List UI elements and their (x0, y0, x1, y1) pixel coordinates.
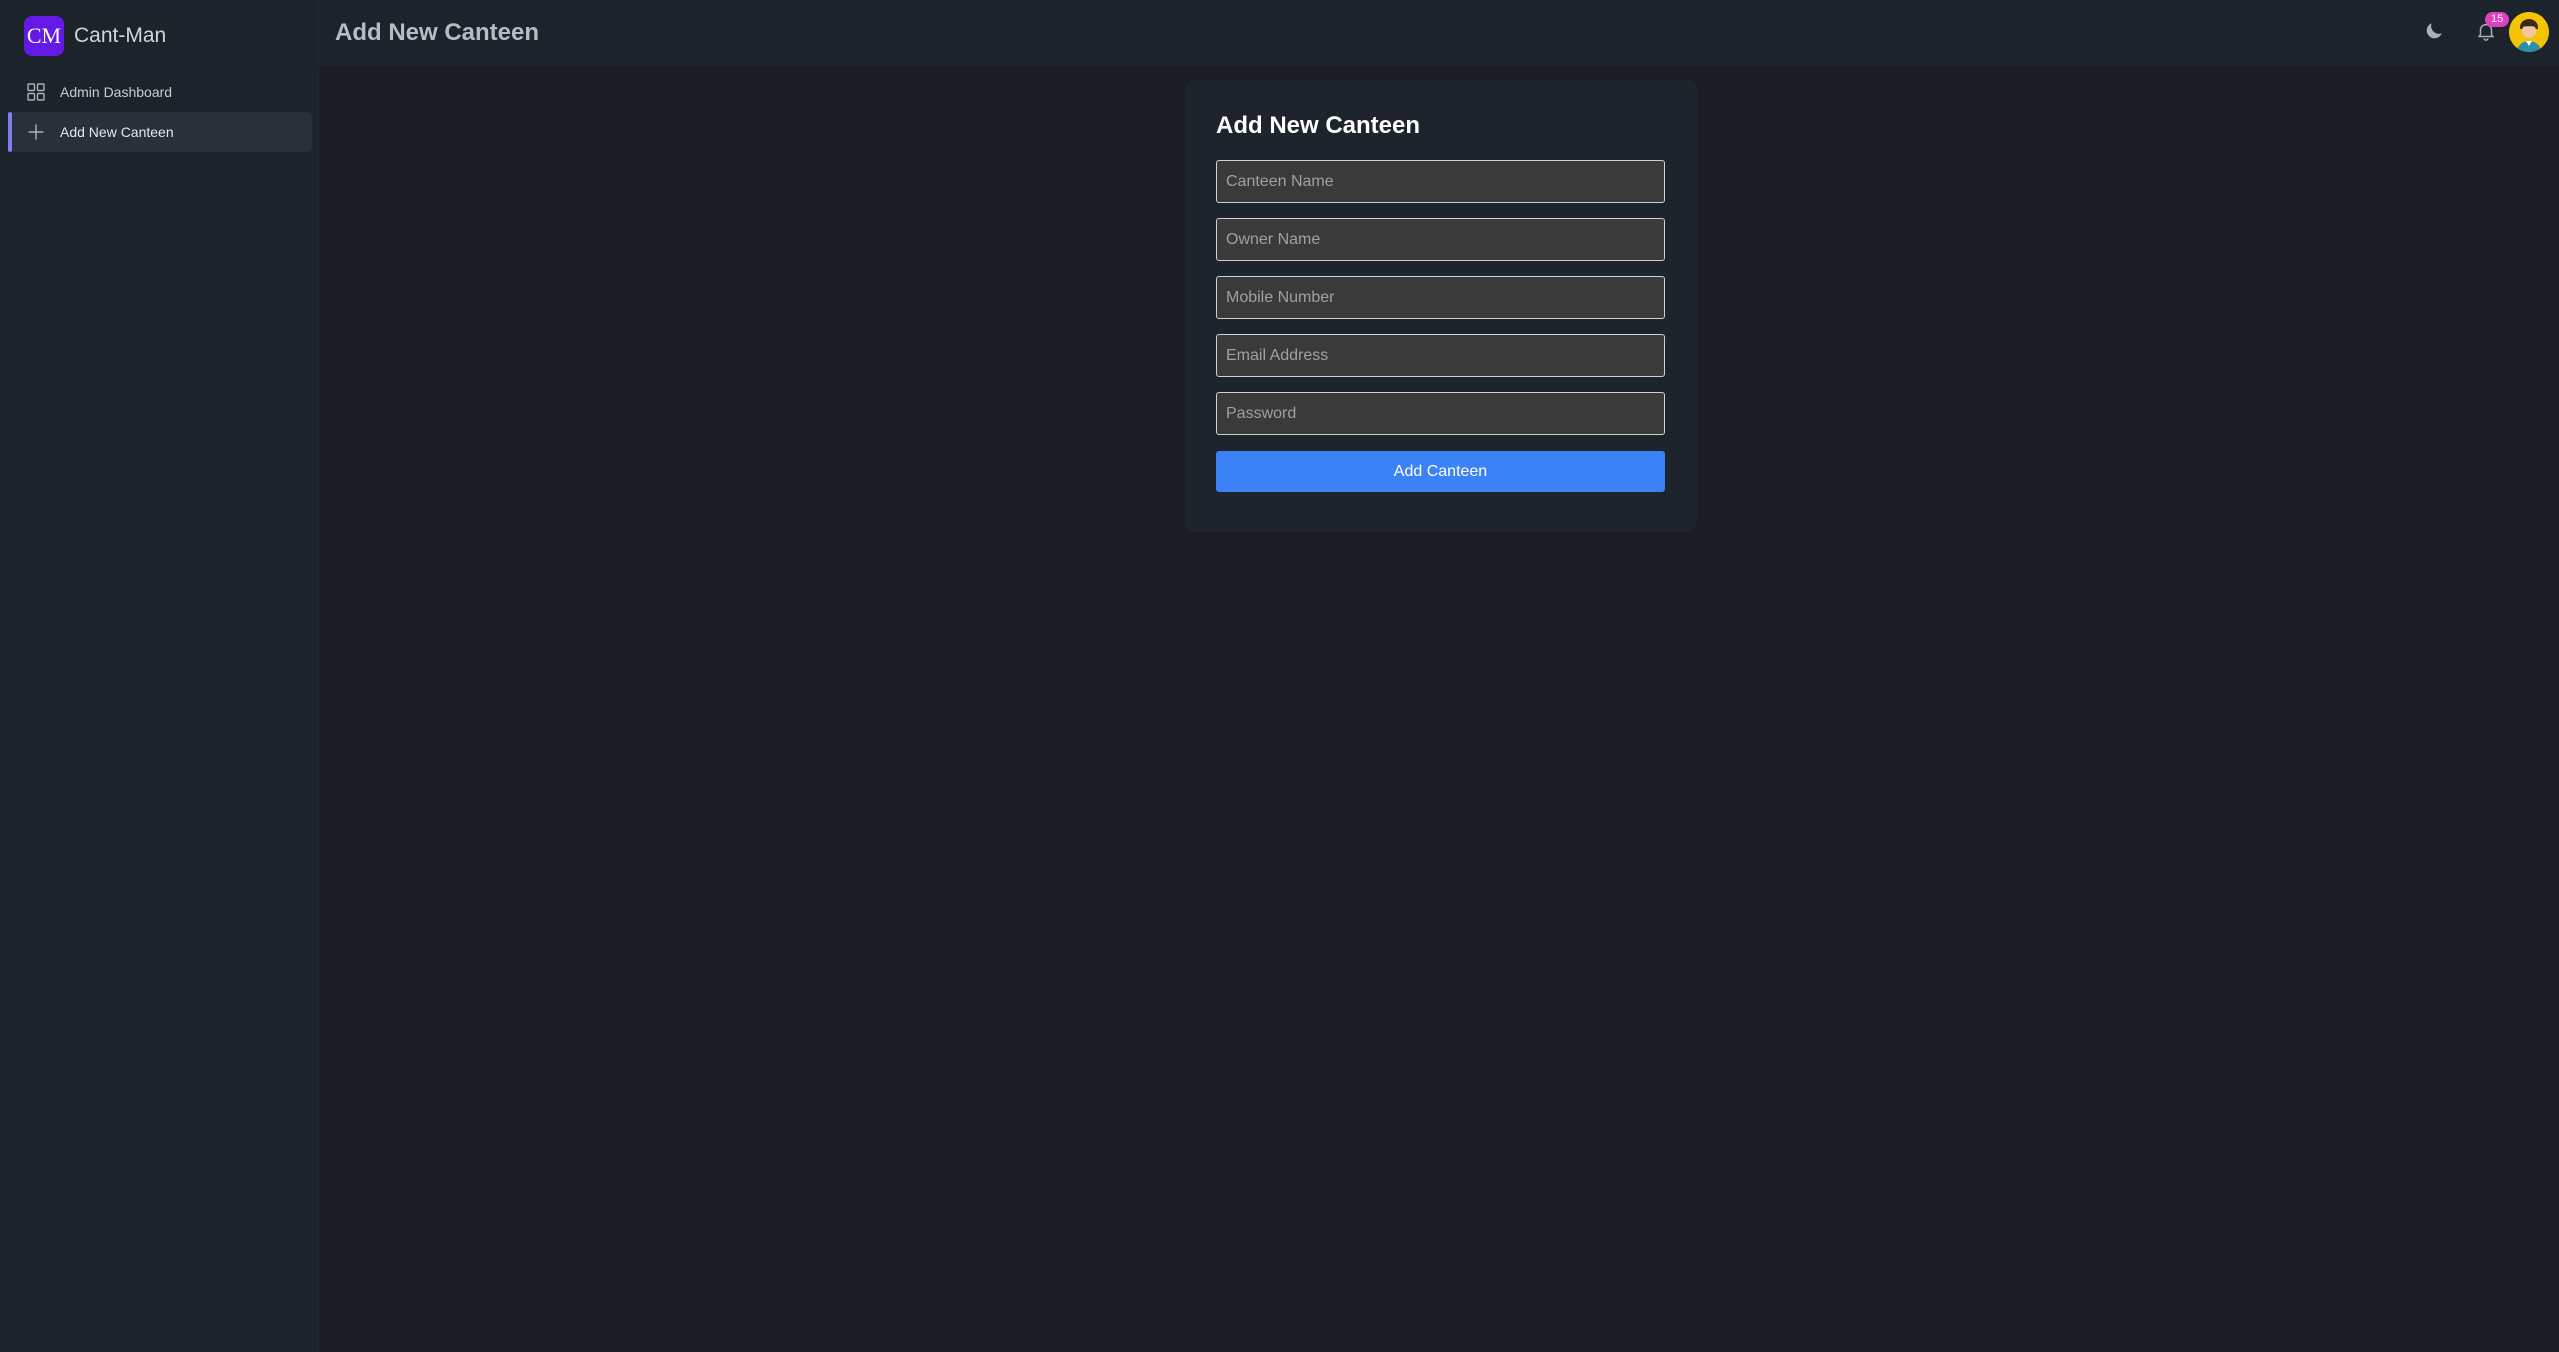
sidebar-item-label: Add New Canteen (60, 124, 174, 140)
add-canteen-card: Add New Canteen Add Canteen (1185, 80, 1697, 532)
plus-icon (26, 122, 46, 142)
add-canteen-button[interactable]: Add Canteen (1216, 451, 1665, 492)
topbar: Add New Canteen 15 (319, 0, 2559, 66)
notification-badge: 15 (2485, 12, 2510, 27)
brand-logo: CM (24, 16, 64, 56)
email-address-input[interactable] (1216, 334, 1665, 377)
theme-toggle-button[interactable] (2419, 18, 2449, 48)
grid-icon (26, 82, 46, 102)
sidebar: CM Cant-Man Admin Dashboard Add New Cant… (0, 0, 319, 1352)
brand-name: Cant-Man (74, 24, 167, 47)
avatar[interactable] (2509, 12, 2549, 52)
form-title: Add New Canteen (1216, 112, 1421, 139)
page-title: Add New Canteen (335, 19, 540, 46)
owner-name-input[interactable] (1216, 218, 1665, 261)
sidebar-nav: Admin Dashboard Add New Canteen (8, 72, 312, 152)
sidebar-item-admin-dashboard[interactable]: Admin Dashboard (8, 72, 312, 112)
password-input[interactable] (1216, 392, 1665, 435)
mobile-number-input[interactable] (1216, 276, 1665, 319)
sidebar-item-label: Admin Dashboard (60, 84, 173, 100)
notifications-button[interactable]: 15 (2471, 12, 2510, 48)
app-shell: CM Cant-Man Admin Dashboard Add New Cant… (0, 0, 2559, 1352)
main-content: Add New Canteen 15 Add New Canteen Cante… (319, 0, 2559, 1352)
sidebar-item-add-new-canteen[interactable]: Add New Canteen (8, 112, 312, 152)
moon-icon (2423, 20, 2445, 47)
brand[interactable]: CM Cant-Man (24, 16, 166, 56)
canteen-name-input[interactable] (1216, 160, 1665, 203)
